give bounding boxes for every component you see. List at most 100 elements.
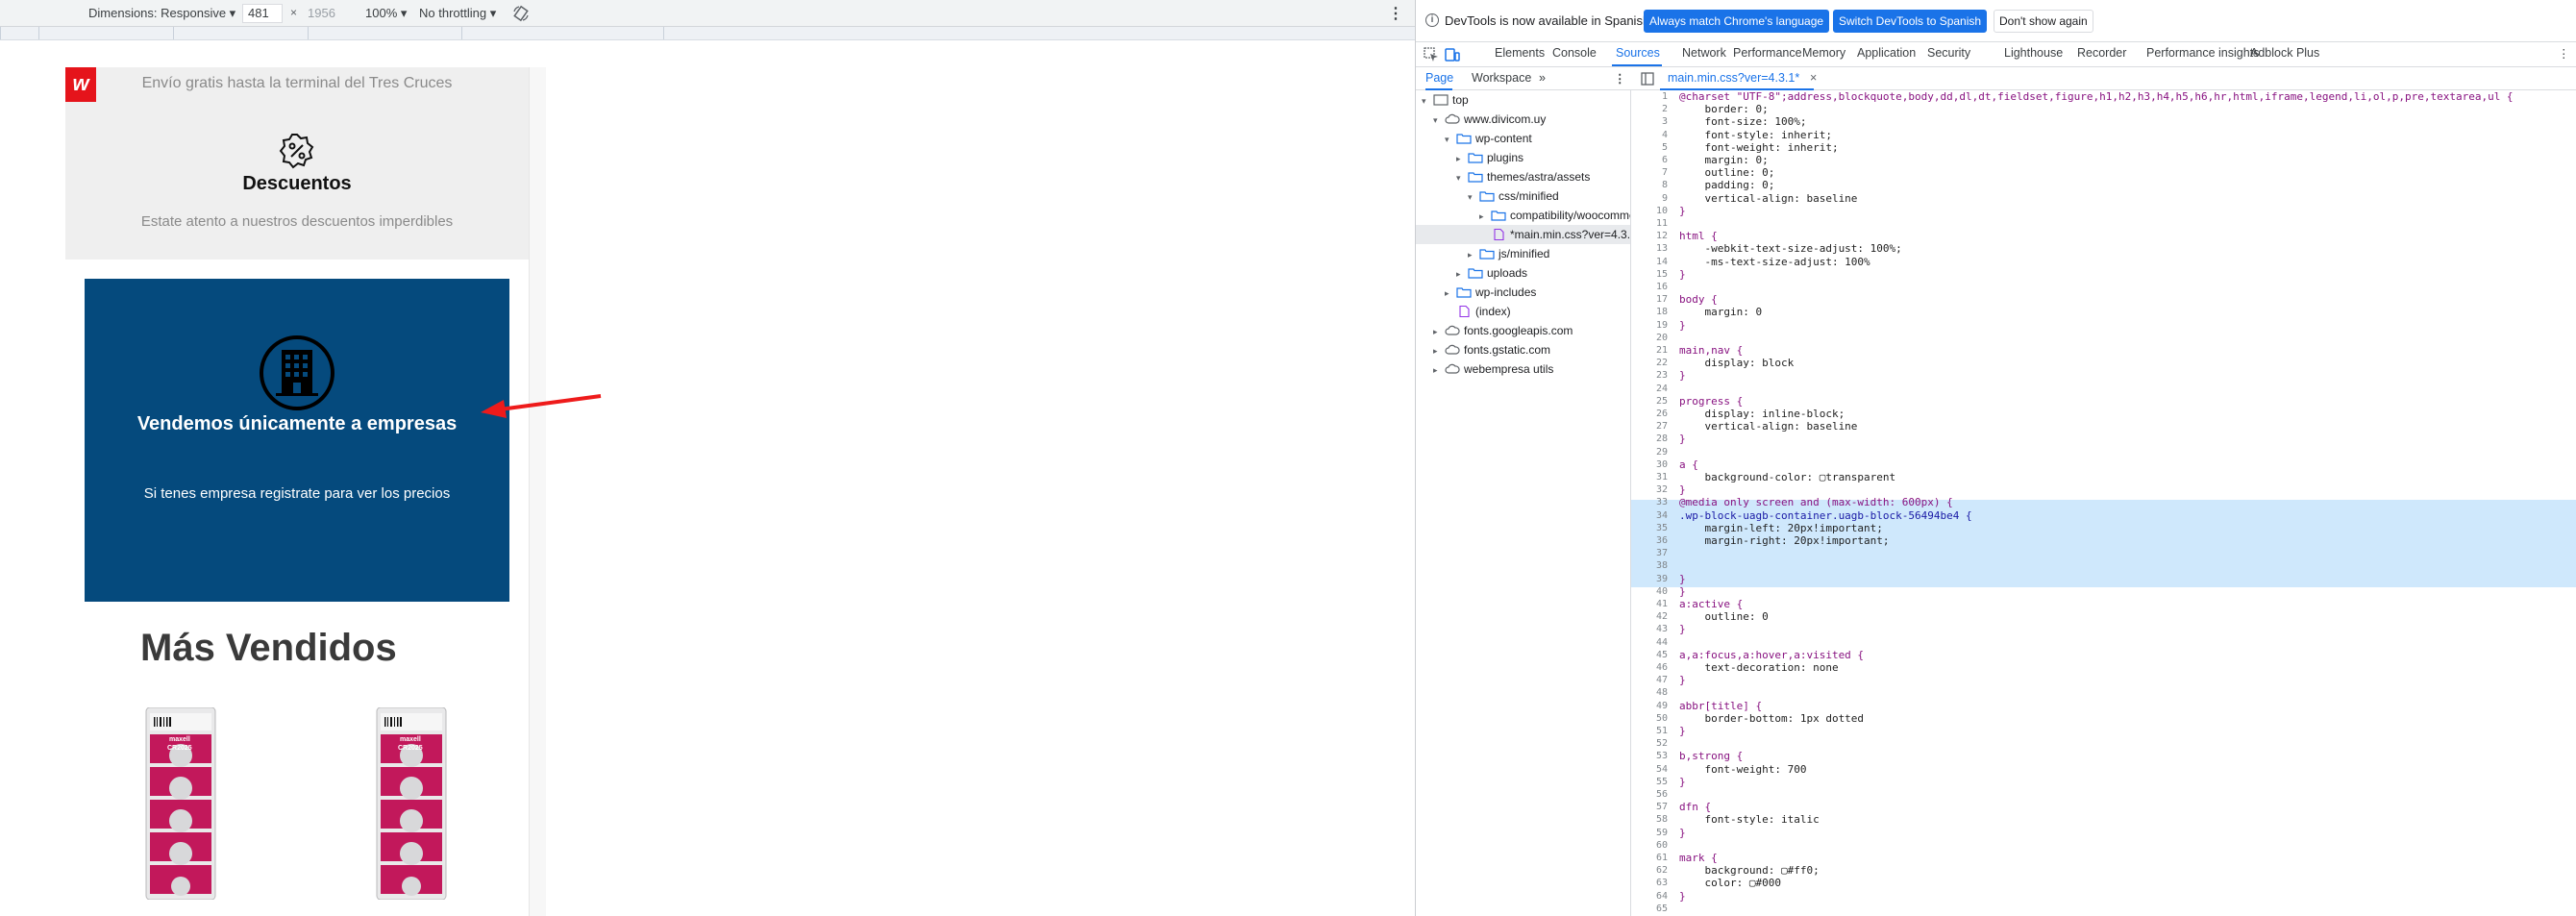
frame-icon: [1433, 94, 1449, 106]
tab-application[interactable]: Application: [1857, 46, 1916, 60]
product-image[interactable]: maxell CR2025: [373, 707, 450, 900]
expand-arrow-icon[interactable]: ▸: [1468, 245, 1479, 264]
discount-icon: [279, 134, 314, 169]
expand-arrow-icon[interactable]: ▸: [1479, 207, 1491, 226]
line-number: 33: [1655, 497, 1668, 508]
dont-show-again-button[interactable]: Don't show again: [1994, 10, 2093, 33]
expand-arrow-icon[interactable]: ▸: [1456, 264, 1468, 284]
expand-arrow-icon[interactable]: ▾: [1445, 130, 1456, 149]
line-number: 46: [1655, 662, 1668, 673]
tree-item[interactable]: ▸ js/minified: [1468, 244, 1549, 263]
tree-item[interactable]: ▸ fonts.gstatic.com: [1433, 340, 1550, 359]
tab-lighthouse[interactable]: Lighthouse: [2004, 46, 2063, 60]
expand-arrow-icon[interactable]: ▾: [1422, 91, 1433, 111]
tree-item[interactable]: ▾ themes/astra/assets: [1456, 167, 1590, 186]
device-toggle-icon[interactable]: [1445, 47, 1460, 62]
rotate-icon[interactable]: [511, 4, 531, 23]
devtools-menu-icon[interactable]: ⋮: [2558, 46, 2570, 61]
more-tabs-icon[interactable]: »: [1539, 71, 1546, 85]
line-number: 9: [1661, 192, 1668, 204]
cloud-icon: [1445, 363, 1460, 374]
tree-item[interactable]: ▸ uploads: [1456, 263, 1527, 283]
expand-arrow-icon[interactable]: ▸: [1445, 284, 1456, 303]
tree-item[interactable]: ▸ webempresa utils: [1433, 359, 1553, 379]
code-line: outline: 0;: [1679, 166, 1775, 180]
product-image[interactable]: maxell CR2025: [142, 707, 219, 900]
file-icon: [1494, 229, 1504, 240]
code-editor[interactable]: 1 2 3 4 5 6 7 8 9 10 11 12 13 14 15 16 17 18 19 20 21 22 23 24 2…: [1631, 90, 2576, 916]
navigator-menu-icon[interactable]: ⋮: [1614, 71, 1626, 86]
tree-item-label: *main.min.css?ver=4.3.1: [1510, 228, 1631, 241]
code-line: outline: 0: [1679, 610, 1769, 624]
tree-item[interactable]: (index): [1445, 302, 1511, 321]
tree-item[interactable]: ▸ wp-includes: [1445, 283, 1536, 302]
match-language-button[interactable]: Always match Chrome's language: [1644, 10, 1830, 33]
tab-page[interactable]: Page: [1425, 71, 1453, 85]
open-file-tab[interactable]: main.min.css?ver=4.3.1*: [1668, 71, 1799, 85]
expand-arrow-icon[interactable]: ▸: [1456, 149, 1468, 168]
tree-item[interactable]: ▸ fonts.googleapis.com: [1433, 321, 1573, 340]
tab-elements[interactable]: Elements: [1495, 46, 1545, 60]
media-query-ruler: [0, 27, 1415, 40]
tree-item[interactable]: ▾ css/minified: [1468, 186, 1559, 206]
expand-arrow-icon[interactable]: ▸: [1433, 322, 1445, 341]
line-number: 10: [1655, 205, 1668, 216]
line-number: 24: [1655, 383, 1668, 394]
tab-adblock-plus[interactable]: Adblock Plus: [2250, 46, 2319, 60]
tab-security[interactable]: Security: [1927, 46, 1970, 60]
tree-item[interactable]: ▾ www.divicom.uy: [1433, 110, 1546, 129]
code-line: }: [1679, 267, 1686, 281]
zoom-dropdown[interactable]: 100% ▾: [365, 6, 407, 21]
tab-workspace[interactable]: Workspace: [1472, 71, 1531, 85]
line-number: 58: [1655, 814, 1668, 826]
code-line: -webkit-text-size-adjust: 100%;: [1679, 242, 1902, 256]
line-number: 52: [1655, 738, 1668, 750]
tab-network[interactable]: Network: [1682, 46, 1726, 60]
tab-performance-insights[interactable]: Performance insights: [2146, 46, 2259, 60]
tab-memory[interactable]: Memory: [1802, 46, 1845, 60]
line-number: 17: [1655, 294, 1668, 306]
code-line: background: ▢#ff0;: [1679, 864, 1820, 878]
code-line: text-decoration: none: [1679, 661, 1839, 674]
tab-performance[interactable]: Performance: [1733, 46, 1802, 60]
code-line: margin: 0;: [1679, 154, 1769, 166]
tab-console[interactable]: Console: [1552, 46, 1597, 60]
tab-sources[interactable]: Sources: [1616, 46, 1660, 60]
tree-item[interactable]: ▸ compatibility/woocommerce: [1479, 206, 1630, 226]
throttling-dropdown[interactable]: No throttling ▾: [419, 6, 496, 21]
expand-arrow-icon[interactable]: ▸: [1433, 341, 1445, 360]
page-scrollbar[interactable]: [529, 67, 546, 916]
tree-item[interactable]: ▾ top: [1422, 90, 1469, 110]
folder-icon: [1468, 153, 1483, 163]
line-number: 62: [1655, 865, 1668, 877]
width-input[interactable]: 481: [242, 4, 283, 23]
product-brand: maxell: [400, 736, 421, 743]
tree-item-label: (index): [1475, 305, 1511, 318]
expand-arrow-icon[interactable]: ▸: [1433, 360, 1445, 380]
line-number: 16: [1655, 282, 1668, 292]
expand-arrow-icon[interactable]: ▾: [1433, 111, 1445, 130]
expand-arrow-icon[interactable]: ▾: [1468, 187, 1479, 207]
line-number: 59: [1655, 827, 1668, 838]
toggle-navigator-icon[interactable]: [1641, 72, 1654, 86]
product-model: CR2025: [398, 745, 423, 752]
inspect-icon[interactable]: [1424, 47, 1439, 62]
tree-item[interactable]: *main.min.css?ver=4.3.1: [1479, 225, 1631, 244]
tree-item[interactable]: ▸ plugins: [1456, 148, 1523, 167]
expand-arrow-icon[interactable]: ▾: [1456, 168, 1468, 187]
close-tab-icon[interactable]: ×: [1810, 71, 1817, 85]
code-line: progress {: [1679, 394, 1744, 408]
line-number: 7: [1661, 167, 1668, 179]
tab-recorder[interactable]: Recorder: [2077, 46, 2126, 60]
line-number: 3: [1661, 116, 1668, 128]
dimensions-dropdown[interactable]: Dimensions: Responsive ▾: [88, 6, 235, 21]
line-number: 20: [1655, 332, 1668, 343]
companies-subtitle: Si tenes empresa registrate para ver los…: [143, 485, 451, 502]
more-options-icon[interactable]: ⋮: [1388, 4, 1403, 23]
tree-item[interactable]: ▾ wp-content: [1445, 129, 1532, 148]
line-number: 35: [1655, 522, 1668, 533]
switch-spanish-button[interactable]: Switch DevTools to Spanish: [1833, 10, 1988, 33]
info-icon: i: [1425, 13, 1439, 27]
height-input[interactable]: 1956: [302, 4, 348, 23]
code-line: vertical-align: baseline: [1679, 191, 1858, 205]
